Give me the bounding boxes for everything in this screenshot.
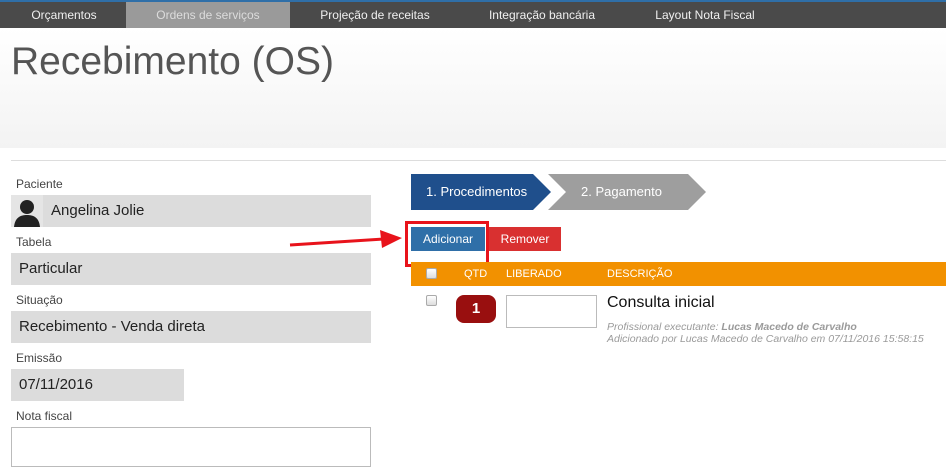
select-all-checkbox[interactable]	[426, 268, 437, 279]
tab-orcamentos[interactable]: Orçamentos	[0, 2, 128, 28]
paciente-label: Paciente	[16, 177, 63, 191]
nota-fiscal-input[interactable]	[11, 427, 371, 467]
added-by-line: Adicionado por Lucas Macedo de Carvalho …	[607, 333, 924, 345]
procedure-description: Consulta inicial	[607, 294, 715, 311]
col-descricao: DESCRIÇÃO	[607, 268, 673, 280]
tab-layout-nota-fiscal[interactable]: Layout Nota Fiscal	[624, 2, 786, 28]
tabela-value: Particular	[19, 260, 83, 277]
professional-line: Profissional executante: Lucas Macedo de…	[607, 321, 857, 333]
step-procedimentos-label: 1. Procedimentos	[426, 184, 528, 199]
professional-prefix: Profissional executante:	[607, 321, 719, 333]
avatar	[11, 195, 43, 227]
col-qtd: QTD	[464, 268, 488, 280]
situacao-field[interactable]: Recebimento - Venda direta	[11, 311, 371, 343]
emissao-label: Emissão	[16, 351, 63, 365]
liberado-input[interactable]	[506, 295, 597, 328]
qty-badge: 1	[456, 295, 496, 323]
situacao-label: Situação	[16, 293, 63, 307]
annotation-arrow-icon	[289, 230, 402, 248]
divider-right	[406, 160, 946, 161]
page-title: Recebimento (OS)	[11, 40, 334, 83]
step-pagamento[interactable]: 2. Pagamento	[548, 174, 708, 210]
emissao-field[interactable]: 07/11/2016	[11, 369, 184, 401]
step-procedimentos[interactable]: 1. Procedimentos	[411, 174, 551, 210]
remove-button[interactable]: Remover	[489, 227, 561, 251]
tab-integracao-bancaria[interactable]: Integração bancária	[460, 2, 624, 28]
paciente-field[interactable]: Angelina Jolie	[11, 195, 371, 227]
person-silhouette-icon	[11, 195, 43, 227]
highlight-box	[405, 221, 489, 267]
col-liberado: LIBERADO	[506, 268, 562, 280]
tab-ordens-de-servicos[interactable]: Ordens de serviços	[126, 2, 290, 28]
emissao-value: 07/11/2016	[19, 376, 93, 393]
paciente-value: Angelina Jolie	[51, 202, 145, 219]
table-header: QTD LIBERADO DESCRIÇÃO	[411, 262, 946, 286]
tabela-label: Tabela	[16, 235, 52, 249]
step-pagamento-label: 2. Pagamento	[581, 184, 662, 199]
row-checkbox[interactable]	[426, 295, 437, 306]
divider-left	[11, 160, 406, 161]
tab-projecao-de-receitas[interactable]: Projeção de receitas	[290, 2, 460, 28]
top-nav: Orçamentos Ordens de serviços Projeção d…	[0, 0, 946, 28]
professional-name: Lucas Macedo de Carvalho	[721, 321, 857, 333]
situacao-value: Recebimento - Venda direta	[19, 318, 205, 335]
nota-fiscal-label: Nota fiscal	[16, 409, 73, 423]
